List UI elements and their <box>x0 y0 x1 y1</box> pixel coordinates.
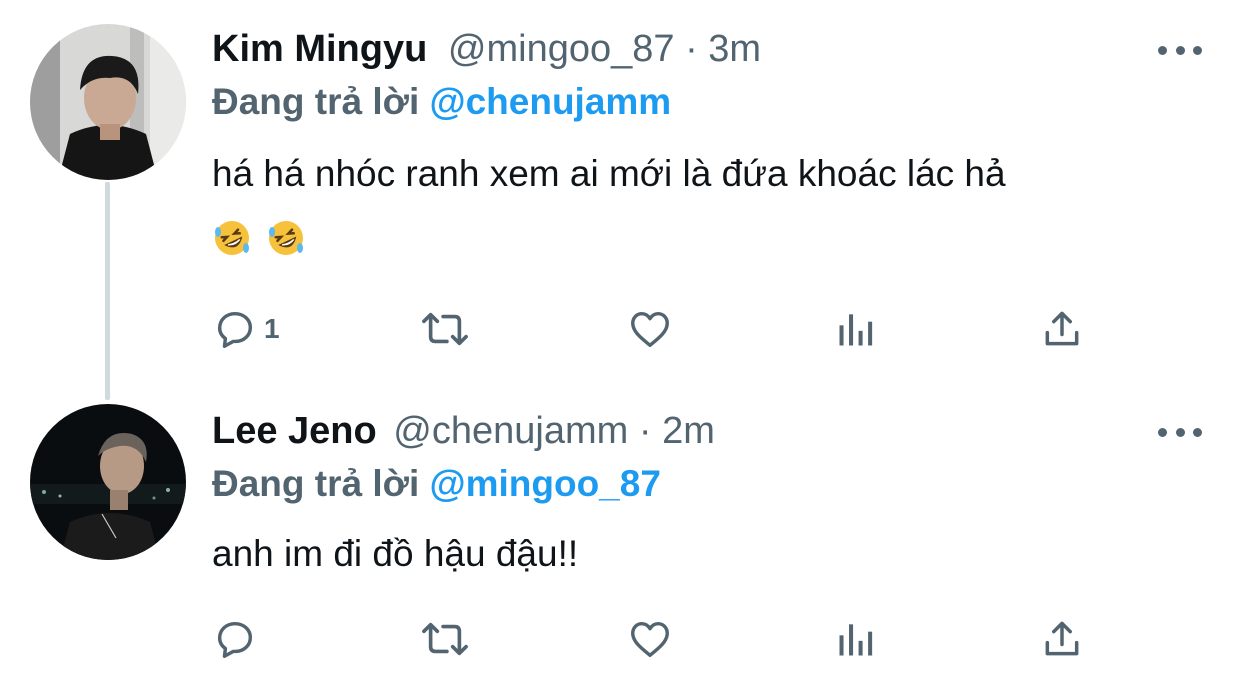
share-button[interactable] <box>1040 616 1084 662</box>
reply-count: 1 <box>264 313 280 344</box>
reply-button[interactable] <box>212 616 258 662</box>
replying-to-handle[interactable]: @chenujamm <box>430 81 672 122</box>
retweet-icon <box>422 622 468 656</box>
tweet-1[interactable]: Kim Mingyu @mingoo_87 · 3m Đang trả lời … <box>0 0 1242 390</box>
reply-button[interactable]: 1 <box>212 306 280 352</box>
more-icon[interactable] <box>1158 40 1202 60</box>
like-button[interactable] <box>626 616 674 662</box>
tweet-header: Lee Jeno @chenujamm · 2m <box>212 408 715 454</box>
retweet-button[interactable] <box>416 306 474 352</box>
replying-to-label: Đang trả lời <box>212 463 420 504</box>
like-icon <box>631 621 669 658</box>
tweet-text: há há nhóc ranh xem ai mới là đứa khoác … <box>212 153 1006 194</box>
tweet-actions <box>212 616 1112 662</box>
display-name[interactable]: Lee Jeno <box>212 410 377 452</box>
analytics-button[interactable] <box>834 616 878 662</box>
analytics-button[interactable] <box>834 306 878 352</box>
timestamp[interactable]: 3m <box>708 28 761 70</box>
rolling-on-floor-laughing-emoji <box>269 221 303 255</box>
display-name[interactable]: Kim Mingyu <box>212 28 427 70</box>
share-icon <box>1045 621 1079 656</box>
more-icon[interactable] <box>1158 422 1202 442</box>
timestamp[interactable]: 2m <box>662 410 715 452</box>
tweet-header: Kim Mingyu @mingoo_87 · 3m <box>212 26 761 72</box>
replying-to-handle[interactable]: @mingoo_87 <box>430 463 661 504</box>
avatar[interactable] <box>30 404 186 560</box>
retweet-icon <box>422 312 468 346</box>
user-handle[interactable]: @mingoo_87 <box>448 28 675 70</box>
avatar[interactable] <box>30 24 186 180</box>
tweet-actions: 1 <box>212 306 1112 352</box>
analytics-icon <box>839 624 873 656</box>
analytics-icon <box>839 314 873 346</box>
rolling-on-floor-laughing-emoji <box>215 221 249 255</box>
tweet-text: anh im đi đồ hậu đậu!! <box>212 533 579 574</box>
replying-to: Đang trả lời @mingoo_87 <box>212 462 661 506</box>
share-icon <box>1045 311 1079 346</box>
emoji-row <box>212 218 320 258</box>
replying-to: Đang trả lời @chenujamm <box>212 80 671 124</box>
replying-to-label: Đang trả lời <box>212 81 420 122</box>
tweet-2[interactable]: Lee Jeno @chenujamm · 2m Đang trả lời @m… <box>0 390 1242 677</box>
separator-dot: · <box>638 410 663 452</box>
like-icon <box>631 311 669 348</box>
reply-icon <box>217 621 253 658</box>
reply-icon <box>217 311 253 348</box>
share-button[interactable] <box>1040 306 1084 352</box>
separator-dot: · <box>685 28 709 70</box>
like-button[interactable] <box>626 306 674 352</box>
user-handle[interactable]: @chenujamm <box>393 410 628 452</box>
retweet-button[interactable] <box>416 616 474 662</box>
